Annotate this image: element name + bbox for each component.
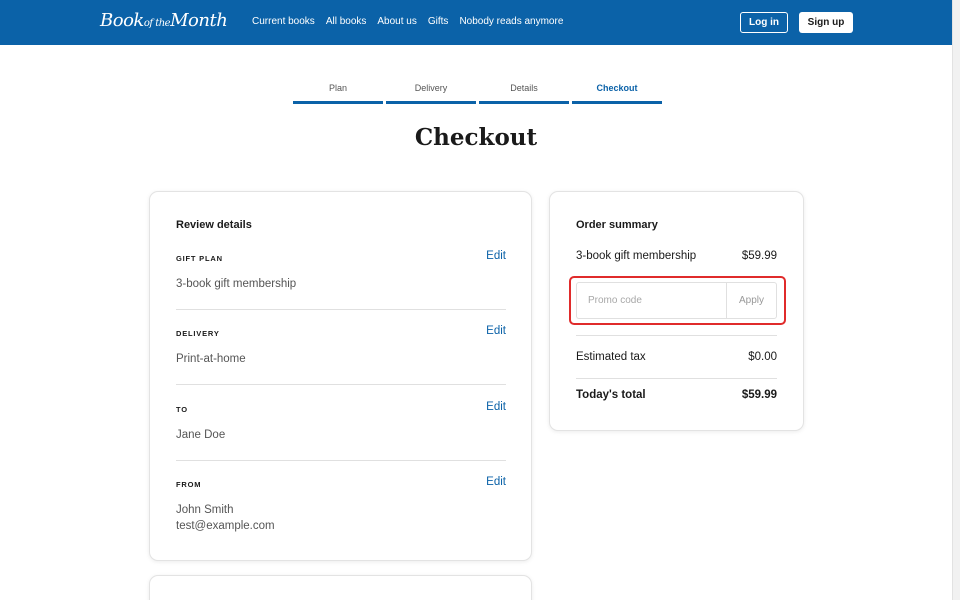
promo-apply-button[interactable]: Apply [726,282,777,319]
gift-plan-edit-link[interactable]: Edit [486,250,506,262]
from-heading: FROM [176,480,202,489]
step-checkout[interactable]: Checkout [572,82,662,104]
nav-links: Current books All books About us Gifts N… [252,16,574,27]
step-bar [386,101,476,104]
step-bar [572,101,662,104]
section-divider [176,309,506,310]
logo-text-of-the: of the [143,18,171,29]
order-summary-card: Order summary 3-book gift membership $59… [549,191,804,431]
estimated-tax-label: Estimated tax [576,351,646,363]
next-card [149,575,532,600]
step-label: Details [510,83,538,93]
checkout-progress-steps: Plan Delivery Details Checkout [293,82,662,104]
top-navigation-bar: Bookof theMonth Current books All books … [0,0,952,45]
from-value: John Smith test@example.com [176,502,275,534]
step-label: Delivery [414,83,448,93]
step-delivery[interactable]: Delivery [386,82,476,104]
from-edit-link[interactable]: Edit [486,476,506,488]
order-summary-title: Order summary [576,219,658,231]
total-label: Today's total [576,389,646,401]
step-plan[interactable]: Plan [293,82,383,104]
total-row: Today's total $59.99 [576,389,777,401]
summary-divider [576,335,777,336]
to-edit-link[interactable]: Edit [486,401,506,413]
section-divider [176,460,506,461]
review-details-title: Review details [176,219,252,231]
step-label: Checkout [596,83,638,93]
logo-text-book: Book [100,10,144,31]
nav-link-nobody-reads-anymore[interactable]: Nobody reads anymore [459,16,563,27]
login-button[interactable]: Log in [740,12,788,33]
nav-link-current-books[interactable]: Current books [252,16,315,27]
delivery-heading: DELIVERY [176,329,220,338]
delivery-edit-link[interactable]: Edit [486,325,506,337]
brand-logo[interactable]: Bookof theMonth [100,10,228,31]
step-bar [293,101,383,104]
step-details[interactable]: Details [479,82,569,104]
total-value: $59.99 [741,389,777,401]
step-bar [479,101,569,104]
delivery-value: Print-at-home [176,353,246,365]
to-heading: TO [176,405,188,414]
gift-plan-value: 3-book gift membership [176,278,297,290]
summary-divider [576,378,777,379]
from-email: test@example.com [176,520,275,532]
step-label: Plan [328,83,347,93]
logo-text-month: Month [170,10,228,31]
to-value: Jane Doe [176,429,226,441]
summary-item-price: $59.99 [741,250,777,262]
page-title: Checkout [414,124,538,151]
summary-item-row: 3-book gift membership $59.99 [576,250,777,262]
page-scrollbar[interactable] [952,0,960,600]
nav-link-all-books[interactable]: All books [326,16,367,27]
review-details-card: Review details GIFT PLAN Edit 3-book gif… [149,191,532,561]
nav-link-about-us[interactable]: About us [377,16,416,27]
summary-item-label: 3-book gift membership [576,250,697,262]
gift-plan-heading: GIFT PLAN [176,254,223,263]
estimated-tax-row: Estimated tax $0.00 [576,351,777,363]
promo-code-input[interactable] [576,282,727,319]
from-name: John Smith [176,504,234,516]
signup-button[interactable]: Sign up [799,12,853,33]
section-divider [176,384,506,385]
estimated-tax-value: $0.00 [748,351,777,363]
nav-link-gifts[interactable]: Gifts [428,16,449,27]
